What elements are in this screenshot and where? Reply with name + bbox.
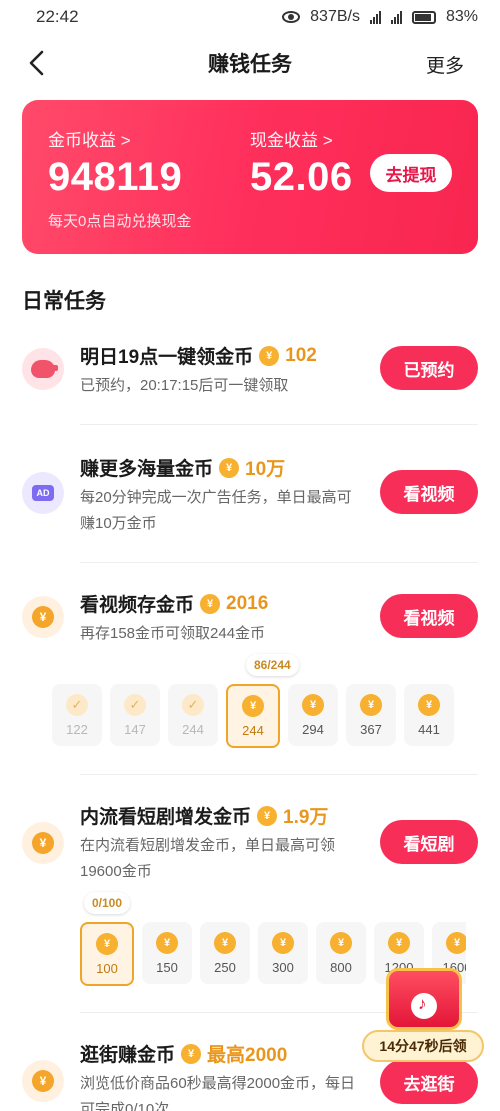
watch-drama-button[interactable]: 看短剧: [380, 820, 478, 864]
coin-icon: ¥: [214, 931, 236, 954]
battery-icon: [411, 10, 436, 24]
exchange-note: 每天0点自动兑换现金: [48, 213, 192, 230]
coin-icon: ¥: [156, 931, 178, 954]
coin-icon: ¥: [242, 694, 264, 717]
task-description: 浏览低价商品60秒最高得2000金币，每日可完成0/10次: [80, 1075, 356, 1111]
task-description: 已预约，20:17:15后可一键领取: [80, 377, 289, 394]
progress-tag: 0/100: [84, 892, 131, 914]
net-speed: 837B/s: [310, 8, 360, 25]
task-reward: 2016: [226, 592, 269, 614]
progress-tag: 86/244: [246, 654, 299, 676]
coin-slot: ✓ 122: [52, 684, 102, 746]
red-envelope-icon[interactable]: [386, 968, 462, 1030]
ad-icon: AD: [22, 472, 64, 514]
status-time: 22:42: [36, 7, 79, 26]
task-description: 每20分钟完成一次广告任务，单日最高可赚10万金币: [80, 489, 352, 532]
coin-slot-value: 100: [96, 960, 118, 976]
coin-earnings-value: 948119: [48, 155, 183, 199]
coin-slot: ¥150: [142, 922, 192, 984]
battery-level: 83%: [445, 8, 478, 25]
status-bar: 22:42 837B/s 83%: [0, 0, 500, 34]
task-reward: 10万: [245, 459, 286, 480]
coin-icon: ¥: [330, 931, 352, 954]
task-description: 在内流看短剧增发金币，单日最高可领19600金币: [80, 837, 336, 880]
coin-slot: ¥800: [316, 922, 366, 984]
coin-icon: ¥: [96, 932, 118, 955]
coin-icon: ¥: [200, 593, 221, 614]
divider: [80, 774, 478, 775]
coin-slot-value: 150: [156, 959, 178, 975]
task-description: 再存158金币可领取244金币: [80, 625, 266, 642]
coin-slot-value: 800: [330, 959, 352, 975]
coin-icon: ¥: [302, 693, 324, 716]
task-title: 明日19点一键领金币 ¥ 102: [80, 344, 317, 369]
coin-slot-value: 147: [124, 721, 146, 737]
coin-icon: ¥: [22, 1060, 64, 1102]
back-icon[interactable]: [24, 49, 52, 77]
coin-icon: ¥: [22, 596, 64, 638]
eye-icon: [282, 11, 301, 23]
coin-slot-value: 122: [66, 721, 88, 737]
check-icon: ✓: [124, 693, 146, 716]
coin-slot-value: 367: [360, 721, 382, 737]
status-icons: 837B/s 83%: [282, 8, 478, 26]
divider: [80, 424, 478, 425]
coin-slot-value: 250: [214, 959, 236, 975]
coin-slot-value: 244: [182, 721, 204, 737]
coin-slot-value: 441: [418, 721, 440, 737]
coin-slot: ✓ 147: [110, 684, 160, 746]
signal-icon: [369, 10, 381, 24]
divider: [80, 562, 478, 563]
coin-icon: ¥: [22, 822, 64, 864]
task-reward: 最高2000: [207, 1045, 288, 1066]
coin-earnings-label: 金币收益 >: [48, 131, 131, 150]
coin-slot: ¥294: [288, 684, 338, 746]
withdraw-button[interactable]: 去提现: [370, 154, 452, 192]
coin-icon: ¥: [272, 931, 294, 954]
reward-timer: 14分47秒后领: [362, 1030, 484, 1062]
task-title: 看视频存金币 ¥ 2016: [80, 592, 269, 617]
coin-slot-value: 294: [302, 721, 324, 737]
signal-icon: [390, 10, 402, 24]
task-title: 逛街赚金币 ¥ 最高2000: [80, 1040, 287, 1067]
header: 赚钱任务 更多: [0, 40, 500, 86]
coin-icon: ¥: [259, 345, 280, 366]
coin-slot: ¥441: [404, 684, 454, 746]
coin-slot: ¥300: [258, 922, 308, 984]
cash-earnings[interactable]: 现金收益 > 52.06: [250, 126, 353, 200]
coin-earnings[interactable]: 金币收益 > 948119: [48, 126, 182, 200]
coin-slot-value: 244: [242, 722, 264, 738]
coin-icon: ¥: [388, 931, 410, 954]
check-icon: ✓: [182, 693, 204, 716]
coin-slot-value: 300: [272, 959, 294, 975]
more-button[interactable]: 更多: [426, 51, 464, 78]
coin-icon: ¥: [257, 805, 278, 826]
watch-video-button[interactable]: 看视频: [380, 470, 478, 514]
coin-strip: ✓ 122 ✓ 147 ✓ 244 ¥244 ¥294 ¥367 ¥441: [52, 684, 472, 748]
coin-icon: ¥: [181, 1043, 202, 1064]
task-title: 内流看短剧增发金币 ¥ 1.9万: [80, 802, 328, 829]
coin-icon: ¥: [446, 931, 466, 954]
earnings-card: 金币收益 > 948119 现金收益 > 52.06 去提现 每天0点自动兑换现…: [22, 100, 478, 254]
check-icon: ✓: [66, 693, 88, 716]
section-title: 日常任务: [22, 290, 106, 313]
floating-reward[interactable]: 14分47秒后领: [362, 968, 484, 1068]
page-title: 赚钱任务: [208, 53, 292, 76]
piggy-bank-icon: [22, 348, 64, 390]
coin-slot: ¥250: [200, 922, 250, 984]
coin-icon: ¥: [219, 457, 240, 478]
watch-video-button[interactable]: 看视频: [380, 594, 478, 638]
cash-earnings-label: 现金收益 >: [250, 131, 333, 150]
task-reward: 102: [285, 344, 317, 366]
coin-slot[interactable]: ¥100: [80, 922, 134, 986]
coin-slot: ¥367: [346, 684, 396, 746]
reserved-button[interactable]: 已预约: [380, 346, 478, 390]
task-title: 赚更多海量金币 ¥ 10万: [80, 454, 285, 481]
coin-icon: ¥: [360, 693, 382, 716]
cash-earnings-value: 52.06: [250, 155, 353, 199]
coin-slot[interactable]: ¥244: [226, 684, 280, 748]
coin-slot: ✓ 244: [168, 684, 218, 746]
task-reward: 1.9万: [283, 807, 329, 828]
coin-icon: ¥: [418, 693, 440, 716]
